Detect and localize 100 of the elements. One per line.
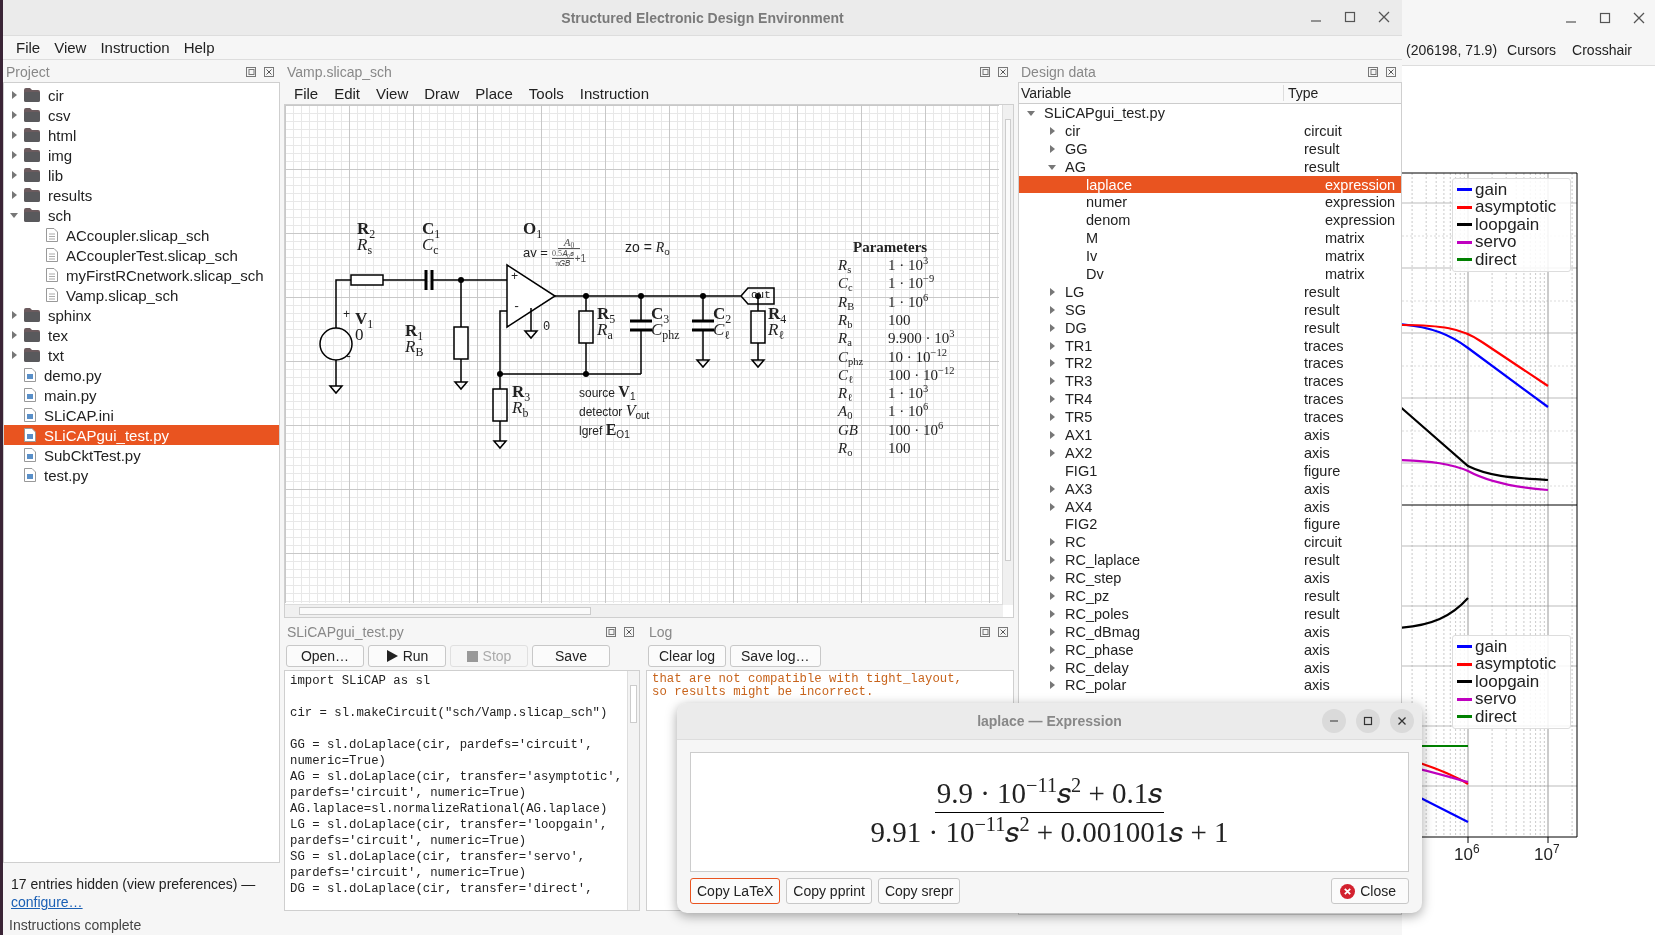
float-icon[interactable] [980, 627, 990, 637]
tree-item[interactable]: RC_laplace result [1019, 551, 1401, 570]
float-icon[interactable] [980, 67, 990, 77]
toolbar-button[interactable]: Save [532, 645, 610, 667]
tree-item[interactable]: AX1 axis [1019, 426, 1401, 444]
tree-item[interactable]: Iv matrix [1019, 247, 1401, 265]
menu-item[interactable]: Edit [326, 83, 369, 103]
tree-item[interactable]: numer expression [1019, 193, 1401, 212]
scrollbar[interactable] [285, 604, 1003, 617]
tree-item[interactable]: main.py [4, 385, 279, 405]
tree-item[interactable]: lib [4, 165, 279, 185]
column-header[interactable]: Type [1284, 85, 1319, 101]
tree-item[interactable]: TR3 traces [1019, 372, 1401, 391]
scrollbar[interactable] [1002, 105, 1013, 605]
maximize-icon[interactable] [1344, 11, 1356, 23]
tree-item[interactable]: demo.py [4, 365, 279, 385]
tree-item[interactable]: csv [4, 105, 279, 125]
expander-icon[interactable] [10, 91, 18, 99]
tree-item[interactable]: FIG2 figure [1019, 515, 1401, 534]
copy-button[interactable]: Copy pprint [786, 878, 872, 904]
expander-icon[interactable] [1048, 484, 1056, 493]
expander-icon[interactable] [1048, 538, 1056, 547]
float-icon[interactable] [606, 627, 616, 637]
tree-item[interactable]: SLiCAPgui_test.py [1019, 104, 1401, 122]
menu-item[interactable]: Instruction [93, 38, 177, 57]
menu-item[interactable]: File [286, 83, 327, 103]
tree-item[interactable]: test.py [4, 465, 279, 485]
tree-item[interactable]: sch [4, 205, 279, 225]
tree-item[interactable]: results [4, 185, 279, 205]
tree-item[interactable]: RC_dBmag axis [1019, 622, 1401, 641]
menu-item[interactable]: File [9, 38, 48, 57]
tree-item[interactable]: laplace expression [1019, 175, 1401, 194]
tree-item[interactable]: AX3 axis [1019, 479, 1401, 498]
expander-icon[interactable] [1048, 663, 1056, 672]
tree-item[interactable]: Dv matrix [1019, 265, 1401, 283]
float-icon[interactable] [1368, 67, 1378, 77]
menu-item[interactable]: Help [176, 38, 222, 57]
tree-item[interactable]: myFirstRCnetwork.slicap_sch [4, 265, 279, 285]
expander-icon[interactable] [1048, 574, 1056, 583]
close-icon[interactable] [998, 627, 1008, 637]
expander-icon[interactable] [1048, 592, 1056, 600]
expander-icon[interactable] [1048, 681, 1056, 690]
expander-icon[interactable] [10, 171, 18, 179]
tree-item[interactable]: GG result [1019, 139, 1401, 158]
close-icon[interactable] [1386, 67, 1396, 77]
expander-icon[interactable] [10, 211, 18, 219]
menu-item[interactable]: View [368, 83, 417, 103]
close-button[interactable]: Close [1331, 878, 1409, 904]
tree-item[interactable]: M matrix [1019, 229, 1401, 248]
close-icon[interactable] [998, 67, 1008, 77]
toolbar-button[interactable]: Open… [286, 645, 364, 667]
menu-item[interactable]: View [47, 38, 94, 57]
minimize-button[interactable] [1322, 709, 1346, 733]
tree-item[interactable]: sphinx [4, 305, 279, 325]
tree-item[interactable]: ACcouplerTest.slicap_sch [4, 245, 279, 265]
close-icon[interactable] [264, 67, 274, 77]
tree-item[interactable]: FIG1 figure [1019, 461, 1401, 480]
tree-item[interactable]: SLiCAPgui_test.py [4, 425, 279, 445]
expander-icon[interactable] [10, 111, 18, 119]
close-icon[interactable] [1378, 11, 1390, 23]
expander-icon[interactable] [1048, 627, 1056, 636]
maximize-button[interactable] [1356, 709, 1380, 733]
toolbar-button[interactable]: Crosshair [1566, 40, 1638, 60]
tree-item[interactable]: cir circuit [1019, 121, 1401, 140]
tree-item[interactable]: img [4, 145, 279, 165]
expander-icon[interactable] [10, 131, 18, 139]
toolbar-button[interactable]: Clear log [648, 645, 727, 667]
tree-item[interactable]: TR5 traces [1019, 408, 1401, 427]
configure-link[interactable]: configure… [11, 894, 83, 910]
tree-item[interactable]: ACcoupler.slicap_sch [4, 225, 279, 245]
menu-item[interactable]: Instruction [571, 83, 658, 103]
tree-item[interactable]: DG result [1019, 318, 1401, 337]
menu-item[interactable]: Tools [520, 83, 572, 103]
tree-item[interactable]: RC circuit [1019, 533, 1401, 552]
expander-icon[interactable] [1048, 556, 1056, 565]
expander-icon[interactable] [1048, 448, 1056, 457]
expander-icon[interactable] [1048, 287, 1056, 296]
tree-item[interactable]: tex [4, 325, 279, 345]
expander-icon[interactable] [1048, 413, 1056, 422]
maximize-icon[interactable] [1599, 11, 1611, 24]
expander-icon[interactable] [10, 331, 18, 339]
close-icon[interactable] [624, 627, 634, 637]
code-editor[interactable] [284, 670, 640, 911]
expander-icon[interactable] [10, 311, 18, 319]
tree-item[interactable]: TR2 traces [1019, 354, 1401, 373]
expander-icon[interactable] [1048, 126, 1056, 135]
tree-item[interactable]: TR4 traces [1019, 390, 1401, 409]
tree-item[interactable]: AX4 axis [1019, 497, 1401, 516]
tree-item[interactable]: html [4, 125, 279, 145]
expander-icon[interactable] [1048, 395, 1056, 404]
tree-item[interactable]: SG result [1019, 300, 1401, 319]
column-header[interactable]: Variable [1019, 85, 1284, 101]
expander-icon[interactable] [1048, 144, 1056, 153]
copy-button[interactable]: Copy LaTeX [690, 878, 781, 904]
tree-item[interactable]: RC_step axis [1019, 569, 1401, 588]
tree-item[interactable]: LG result [1019, 282, 1401, 301]
tree-item[interactable]: Vamp.slicap_sch [4, 285, 279, 305]
menu-item[interactable]: Draw [416, 83, 468, 103]
expander-icon[interactable] [1048, 502, 1056, 511]
toolbar-button[interactable]: Cursors [1501, 40, 1563, 60]
